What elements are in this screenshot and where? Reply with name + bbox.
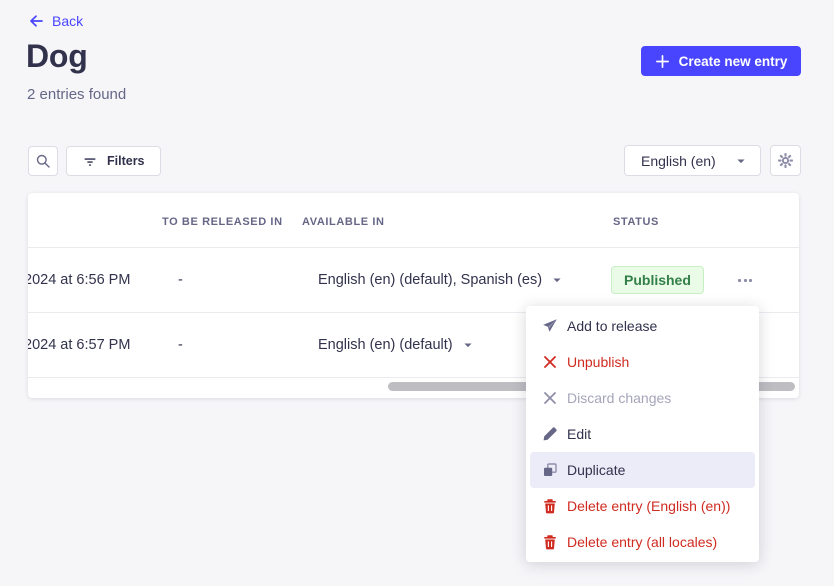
- locale-select[interactable]: English (en): [624, 145, 761, 176]
- gear-icon: [777, 152, 794, 169]
- create-new-entry-button[interactable]: Create new entry: [641, 46, 801, 76]
- send-icon: [542, 318, 558, 334]
- back-link[interactable]: Back: [28, 13, 83, 29]
- cell-available-in[interactable]: English (en) (default), Spanish (es): [318, 272, 563, 288]
- menu-item-label: Delete entry (all locales): [567, 534, 717, 550]
- filters-button[interactable]: Filters: [66, 146, 161, 176]
- cross-icon: [542, 390, 558, 406]
- page-title: Dog: [26, 38, 88, 75]
- row-actions-button[interactable]: [731, 268, 759, 292]
- trash-icon: [542, 534, 558, 550]
- menu-item-label: Delete entry (English (en)): [567, 498, 730, 514]
- cell-available-in[interactable]: English (en) (default): [318, 337, 474, 353]
- filters-label: Filters: [107, 154, 145, 168]
- search-button[interactable]: [28, 146, 58, 176]
- table-row[interactable]: 2024 at 6:56 PM - English (en) (default)…: [28, 248, 799, 313]
- column-header-to-be-released-in[interactable]: TO BE RELEASED IN: [162, 216, 283, 228]
- menu-item-delete-entry-all-locales[interactable]: Delete entry (all locales): [530, 524, 755, 560]
- table-header-row: TO BE RELEASED IN AVAILABLE IN STATUS: [28, 193, 799, 248]
- plus-icon: [655, 54, 670, 69]
- search-icon: [35, 153, 51, 169]
- available-in-value: English (en) (default): [318, 337, 453, 353]
- cell-updated-at: 2024 at 6:56 PM: [28, 272, 130, 288]
- column-header-status[interactable]: STATUS: [613, 216, 659, 228]
- cell-updated-at: 2024 at 6:57 PM: [28, 337, 130, 353]
- locale-select-value: English (en): [641, 153, 716, 169]
- column-header-available-in[interactable]: AVAILABLE IN: [302, 216, 385, 228]
- caret-down-icon: [551, 274, 563, 286]
- menu-item-label: Edit: [567, 426, 591, 442]
- available-in-value: English (en) (default), Spanish (es): [318, 272, 542, 288]
- duplicate-icon: [542, 462, 558, 478]
- menu-item-duplicate[interactable]: Duplicate: [530, 452, 755, 488]
- back-label: Back: [52, 13, 83, 29]
- menu-item-label: Add to release: [567, 318, 657, 334]
- menu-item-label: Discard changes: [567, 390, 671, 406]
- filter-icon: [82, 153, 98, 169]
- trash-icon: [542, 498, 558, 514]
- create-new-entry-label: Create new entry: [679, 54, 788, 69]
- menu-item-delete-entry-locale[interactable]: Delete entry (English (en)): [530, 488, 755, 524]
- content-manager-list-view: { "page": { "back_label": "Back", "title…: [0, 0, 834, 586]
- status-badge: Published: [611, 266, 704, 294]
- caret-down-icon: [735, 155, 747, 167]
- entries-count: 2 entries found: [27, 86, 126, 103]
- menu-item-add-to-release[interactable]: Add to release: [530, 308, 755, 344]
- menu-item-label: Duplicate: [567, 462, 625, 478]
- cell-to-be-released-in: -: [178, 272, 183, 288]
- cell-to-be-released-in: -: [178, 337, 183, 353]
- arrow-left-icon: [28, 13, 44, 29]
- ellipsis-icon: [738, 279, 741, 282]
- settings-button[interactable]: [770, 145, 801, 176]
- menu-item-unpublish[interactable]: Unpublish: [530, 344, 755, 380]
- row-actions-menu: Add to release Unpublish Discard changes…: [526, 306, 759, 562]
- caret-down-icon: [462, 339, 474, 351]
- menu-item-label: Unpublish: [567, 354, 629, 370]
- cross-icon: [542, 354, 558, 370]
- pencil-icon: [542, 426, 558, 442]
- menu-item-discard-changes[interactable]: Discard changes: [530, 380, 755, 416]
- menu-item-edit[interactable]: Edit: [530, 416, 755, 452]
